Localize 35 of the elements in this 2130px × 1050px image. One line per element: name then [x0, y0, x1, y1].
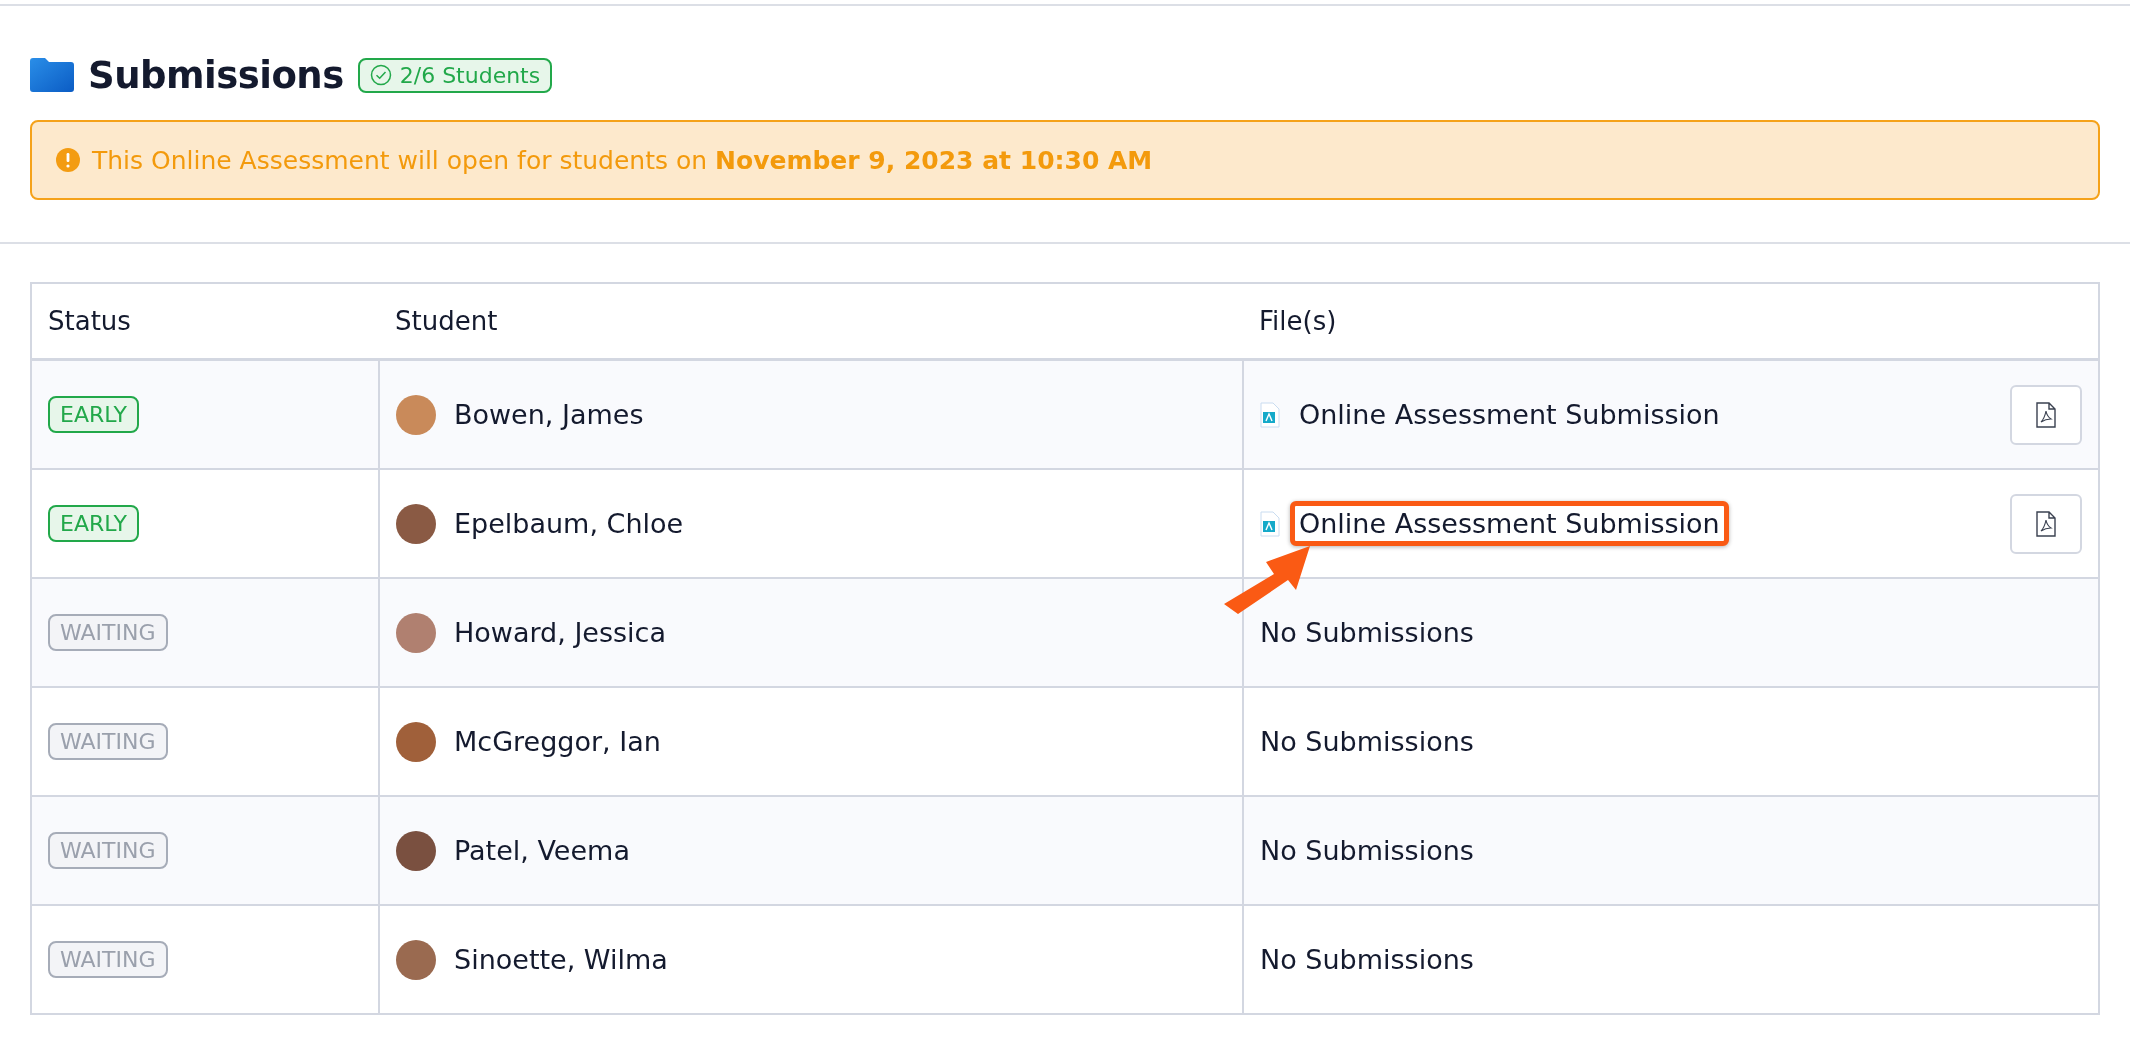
- check-circle-icon: [369, 64, 392, 86]
- student-name: Sinoette, Wilma: [454, 944, 668, 975]
- status-tag: WAITING: [48, 614, 168, 651]
- notice-text: This Online Assessment will open for students on November 9, 2023 at 10:30 AM: [92, 145, 1153, 175]
- warning-icon: [56, 148, 80, 172]
- no-submissions-text: No Submissions: [1260, 944, 1474, 975]
- status-tag: WAITING: [48, 941, 168, 978]
- avatar: [396, 939, 436, 980]
- page-title: Submissions: [88, 53, 344, 97]
- no-submissions-text: No Submissions: [1260, 726, 1474, 757]
- pdf-file-icon: [2036, 401, 2056, 428]
- student-name: Epelbaum, Chloe: [454, 508, 684, 539]
- file-link[interactable]: Online Assessment Submission: [1290, 501, 1729, 546]
- no-submissions-text: No Submissions: [1260, 617, 1474, 648]
- pdf-button[interactable]: [2010, 493, 2082, 554]
- student-name: Bowen, James: [454, 399, 644, 430]
- status-tag: EARLY: [48, 396, 139, 433]
- pdf-file-icon: [2036, 510, 2056, 537]
- folder-icon: [30, 58, 74, 92]
- avatar: [396, 503, 436, 544]
- status-tag: WAITING: [48, 723, 168, 760]
- status-tag: WAITING: [48, 832, 168, 869]
- student-name: McGreggor, Ian: [454, 726, 661, 757]
- avatar: [396, 830, 436, 871]
- status-tag: EARLY: [48, 505, 139, 542]
- avatar: [396, 612, 436, 653]
- avatar: [396, 394, 436, 435]
- avatar: [396, 721, 436, 762]
- pdf-button[interactable]: [2010, 384, 2082, 445]
- student-name: Howard, Jessica: [454, 617, 666, 648]
- student-name: Patel, Veema: [454, 835, 630, 866]
- document-icon: [1260, 401, 1280, 428]
- no-submissions-text: No Submissions: [1260, 835, 1474, 866]
- badge-text: 2/6 Students: [399, 62, 541, 88]
- document-icon: [1260, 510, 1280, 537]
